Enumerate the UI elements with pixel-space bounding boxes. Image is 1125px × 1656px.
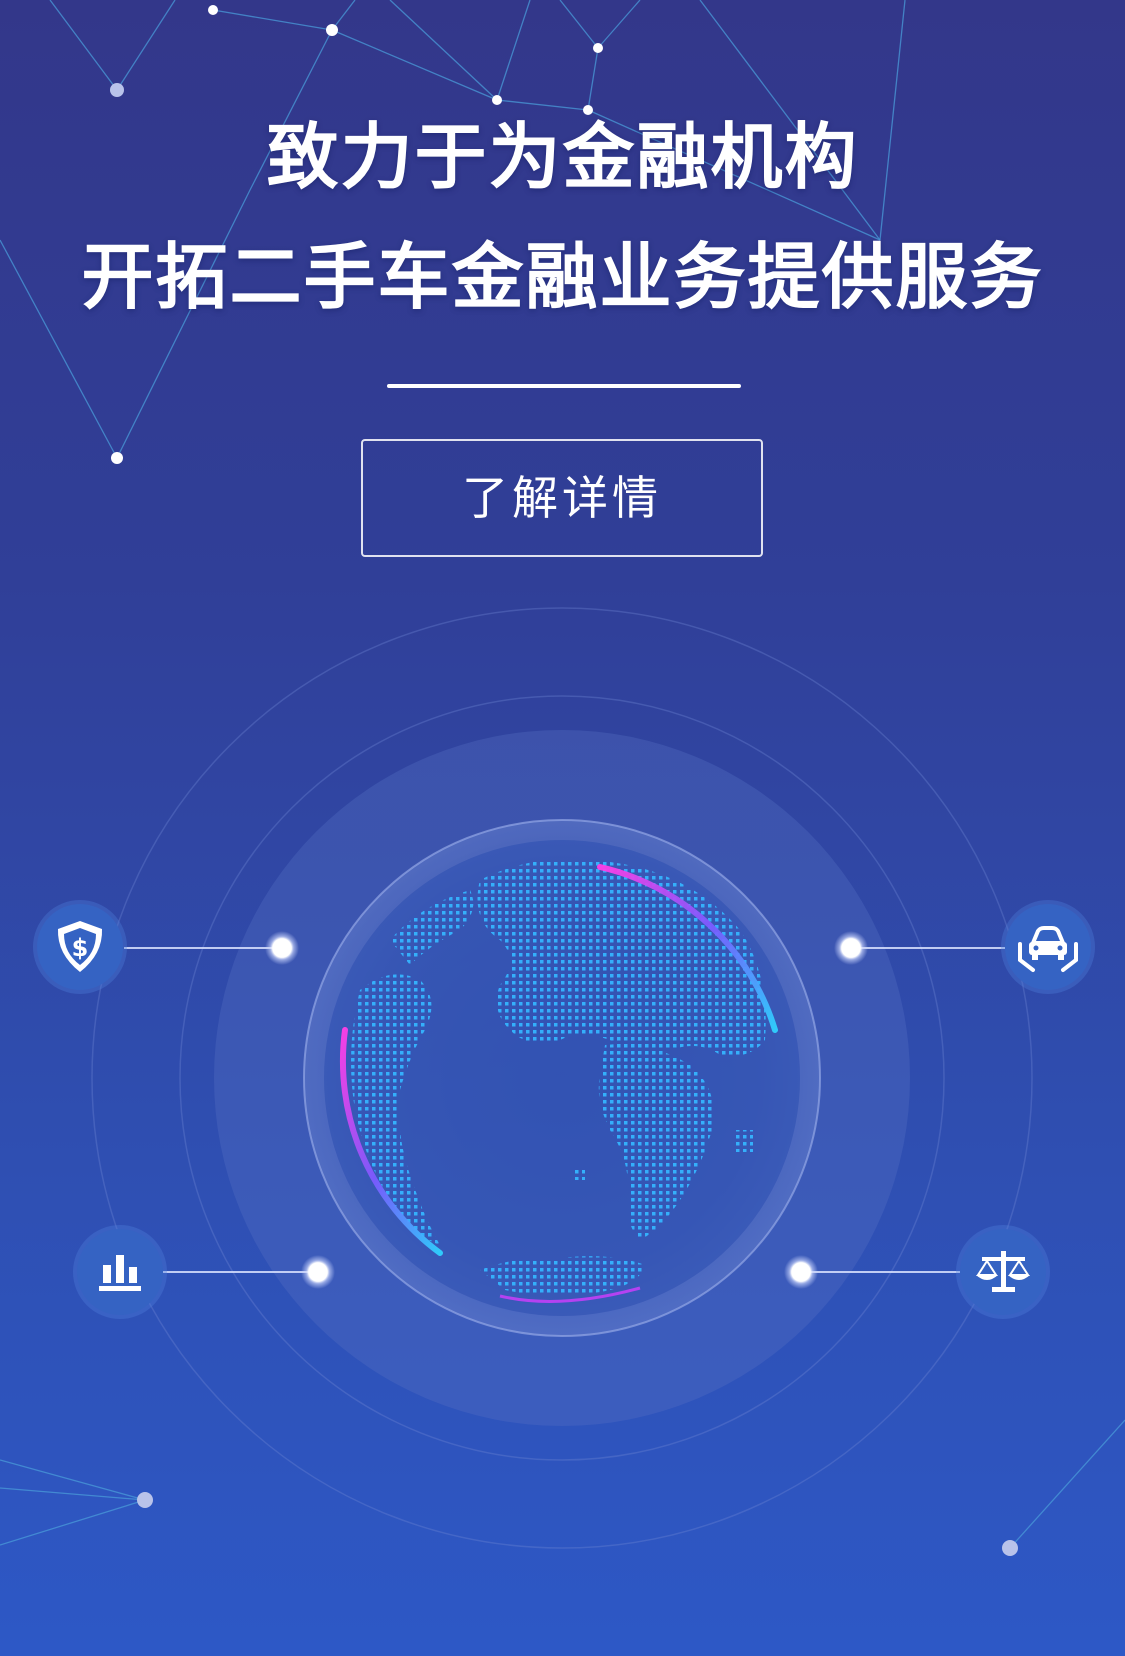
svg-text:$: $ (72, 934, 89, 962)
shield-dollar-icon: $ (57, 921, 103, 972)
headline-line-1: 致力于为金融机构 (266, 115, 859, 199)
car-in-hands-icon (1018, 926, 1078, 972)
balance-scale-icon (976, 1251, 1030, 1292)
car-protection-feature[interactable] (1005, 904, 1091, 990)
learn-more-button[interactable]: 了解详情 (361, 439, 763, 557)
compliance-feature[interactable] (960, 1229, 1046, 1315)
security-feature[interactable]: $ (37, 904, 123, 990)
globe-illustration (91, 607, 1033, 1549)
bar-chart-icon (99, 1255, 141, 1291)
hero-page: 致力于为金融机构 开拓二手车金融业务提供服务 了解详情 $ (0, 0, 1125, 1656)
analytics-feature[interactable] (77, 1229, 163, 1315)
title-divider (387, 384, 741, 388)
headline-line-2: 开拓二手车金融业务提供服务 (81, 235, 1044, 319)
